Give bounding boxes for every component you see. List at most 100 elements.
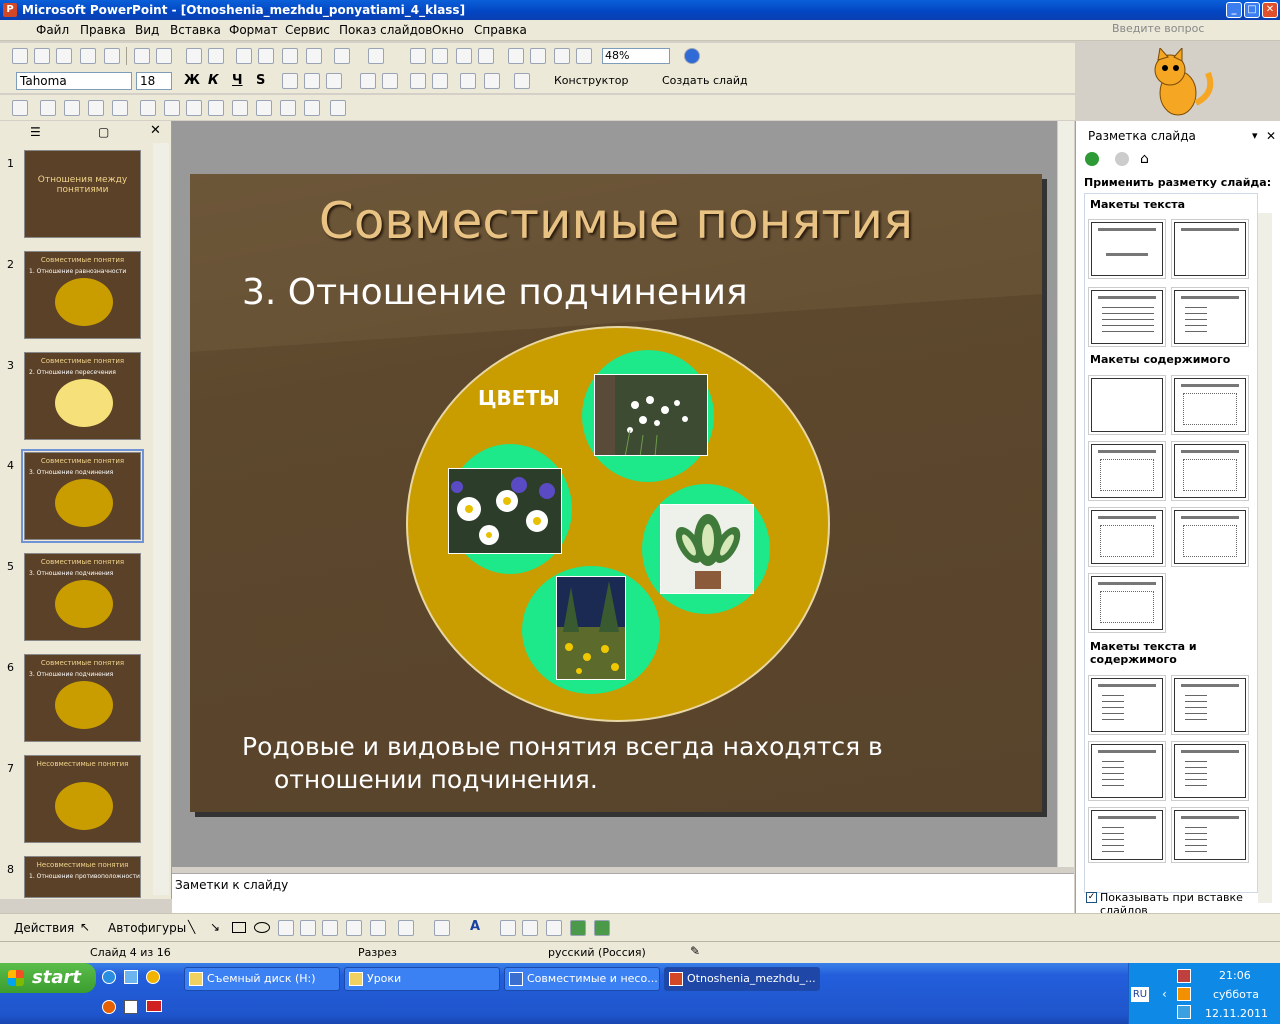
forward-icon[interactable] [1114, 151, 1130, 167]
brightness-icon[interactable] [88, 100, 104, 116]
tables-borders-icon[interactable] [456, 48, 472, 64]
3d-style-icon[interactable] [594, 920, 610, 936]
slide-body-text[interactable]: Родовые и видовые понятия всегда находят… [242, 730, 942, 796]
print-icon[interactable] [134, 48, 150, 64]
spelling-icon[interactable] [186, 48, 202, 64]
help-icon[interactable] [684, 48, 700, 64]
align-right-icon[interactable] [326, 73, 342, 89]
maximize-button[interactable]: □ [1244, 2, 1260, 18]
crop-icon[interactable] [140, 100, 156, 116]
grid-icon[interactable] [554, 48, 570, 64]
grow-font-icon[interactable] [410, 73, 426, 89]
layout-option-9[interactable] [1088, 507, 1166, 567]
daisies-photo[interactable] [448, 468, 562, 554]
task-pane-dropdown-icon[interactable]: ▾ [1252, 129, 1258, 142]
contrast-icon[interactable] [64, 100, 80, 116]
tray-expand-icon[interactable]: ‹ [1162, 987, 1167, 1001]
task-pane-title[interactable]: Разметка слайда [1088, 129, 1196, 143]
notes-pane[interactable] [172, 873, 1074, 913]
current-slide[interactable]: Совместимые понятия 3. Отношение подчине… [190, 174, 1042, 812]
line-color-icon[interactable] [434, 920, 450, 936]
actions-menu[interactable]: Действия [14, 921, 74, 935]
email-icon[interactable] [104, 48, 120, 64]
office-assistant-cat-icon[interactable] [1138, 46, 1220, 118]
program-icon[interactable] [124, 1000, 138, 1014]
undo-icon[interactable] [334, 48, 350, 64]
slide-thumbnail-7[interactable]: Несовместимые понятия [24, 755, 141, 843]
menu-help[interactable]: Справка [474, 23, 527, 37]
shadow-button[interactable]: S [256, 73, 265, 88]
diagram-icon[interactable] [322, 920, 338, 936]
clock-time[interactable]: 21:06 [1219, 969, 1251, 982]
image-control-icon[interactable] [40, 100, 56, 116]
layout-option-8[interactable] [1171, 441, 1249, 501]
expand-all-icon[interactable] [508, 48, 524, 64]
slide-thumbnail-3[interactable]: Совместимые понятия 2. Отношение пересече… [24, 352, 141, 440]
slide-thumbnail-2[interactable]: Совместимые понятия 1. Отношение равнозна… [24, 251, 141, 339]
compress-icon[interactable] [232, 100, 248, 116]
menu-insert[interactable]: Вставка [170, 23, 221, 37]
taskbar-button-4[interactable]: Otnoshenia_mezhdu_... [664, 967, 820, 991]
font-color-icon[interactable] [514, 73, 530, 89]
copy-icon[interactable] [258, 48, 274, 64]
shadow-style-icon[interactable] [570, 920, 586, 936]
menu-slideshow[interactable]: Показ слайдов [339, 23, 432, 37]
start-button[interactable]: start [0, 963, 96, 993]
rectangle-icon[interactable] [232, 922, 246, 933]
taskbar-button-2[interactable]: Уроки [344, 967, 500, 991]
line-style-draw-icon[interactable] [500, 920, 516, 936]
wordart-icon[interactable] [300, 920, 316, 936]
layout-option-16[interactable] [1088, 807, 1166, 863]
oval-icon[interactable] [254, 922, 270, 933]
preview-icon[interactable] [156, 48, 172, 64]
taskbar-button-3[interactable]: Совместимые и несо... [504, 967, 660, 991]
insert-picture-icon[interactable] [12, 100, 28, 116]
slide-thumbnail-6[interactable]: Совместимые понятия 3. Отношение подчинен… [24, 654, 141, 742]
bold-button[interactable]: Ж [184, 73, 200, 88]
open-icon[interactable] [34, 48, 50, 64]
hyperlink-icon[interactable] [478, 48, 494, 64]
layout-option-15[interactable] [1171, 741, 1249, 801]
task-pane-close-icon[interactable]: ✕ [1266, 129, 1276, 143]
arrow-icon[interactable]: ↘ [210, 920, 220, 934]
line-icon[interactable]: ╲ [188, 920, 195, 934]
insert-chart-icon[interactable] [410, 48, 426, 64]
media-icon[interactable] [1177, 987, 1191, 1001]
line-style-icon[interactable] [186, 100, 202, 116]
task-pane-scrollbar[interactable] [1258, 213, 1272, 903]
picture-icon[interactable] [370, 920, 386, 936]
designer-button[interactable]: Конструктор [554, 74, 628, 87]
bullets-icon[interactable] [382, 73, 398, 89]
taskbar-button-1[interactable]: Съемный диск (H:) [184, 967, 340, 991]
slide-thumbnail-1[interactable]: Отношения между понятиями [24, 150, 141, 238]
menu-view[interactable]: Вид [135, 23, 159, 37]
layout-option-4[interactable] [1171, 287, 1249, 347]
layout-option-13[interactable] [1171, 675, 1249, 735]
back-icon[interactable] [1084, 151, 1100, 167]
font-size-select[interactable]: 18 [136, 72, 172, 90]
recolor-icon[interactable] [256, 100, 272, 116]
font-color-draw-icon[interactable]: A [470, 919, 480, 934]
slides-tab-icon[interactable]: ▢ [98, 125, 109, 139]
language-indicator[interactable]: RU [1131, 987, 1149, 1002]
reset-picture-icon[interactable] [330, 100, 346, 116]
increase-indent-icon[interactable] [484, 73, 500, 89]
slide-subtitle[interactable]: 3. Отношение подчинения [242, 272, 748, 313]
ie-icon[interactable] [102, 970, 116, 984]
layout-option-17[interactable] [1171, 807, 1249, 863]
show-on-insert-checkbox[interactable]: ✓ [1086, 892, 1097, 903]
slide-title[interactable]: Совместимые понятия [190, 192, 1042, 250]
outline-tab-icon[interactable]: ☰ [30, 125, 41, 139]
select-arrow-icon[interactable]: ↖ [80, 920, 90, 934]
zoom-select[interactable]: 48% [602, 48, 670, 64]
cut-icon[interactable] [236, 48, 252, 64]
numbering-icon[interactable] [360, 73, 376, 89]
transparent-icon[interactable] [304, 100, 320, 116]
thumbnails-scrollbar[interactable] [153, 143, 169, 895]
slide-thumbnail-4[interactable]: Совместимые понятия 3. Отношение подчинен… [21, 449, 144, 543]
redo-icon[interactable] [368, 48, 384, 64]
layout-option-10[interactable] [1171, 507, 1249, 567]
paste-icon[interactable] [282, 48, 298, 64]
shrink-font-icon[interactable] [432, 73, 448, 89]
align-center-icon[interactable] [304, 73, 320, 89]
